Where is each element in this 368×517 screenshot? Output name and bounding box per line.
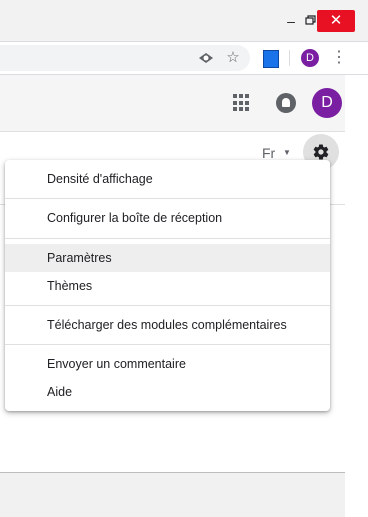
maximize-button[interactable] [300,12,318,30]
menu-item-send-feedback[interactable]: Envoyer un commentaire [5,350,330,378]
apps-icon[interactable] [233,94,251,112]
restore-icon [305,15,316,25]
extension-icon[interactable] [263,50,279,68]
menu-item-display-density[interactable]: Densité d'affichage [5,165,330,193]
menu-item-get-addons[interactable]: Télécharger des modules complémentaires [5,311,330,339]
chevron-down-icon: ▼ [283,148,291,157]
account-avatar[interactable]: D [312,88,342,118]
minimize-button[interactable]: – [282,12,300,30]
profile-avatar[interactable]: D [301,49,319,67]
menu-separator [5,238,330,239]
menu-separator [5,344,330,345]
language-selector[interactable]: Fr [262,145,275,161]
notifications-icon[interactable] [276,93,296,113]
toolbar-separator [289,50,290,66]
menu-item-help[interactable]: Aide [5,378,330,406]
close-button[interactable]: ✕ [317,10,355,32]
menu-item-configure-inbox[interactable]: Configurer la boîte de réception [5,204,330,232]
settings-menu: Densité d'affichage Configurer la boîte … [5,160,330,411]
scrollbar-gutter [345,75,368,517]
menu-item-settings[interactable]: Paramètres [5,244,330,272]
more-vert-icon[interactable]: ⋮ [331,48,347,68]
star-icon[interactable]: ☆ [223,48,243,68]
gear-icon [313,144,329,160]
eye-icon[interactable] [196,48,216,68]
menu-separator [5,198,330,199]
menu-separator [5,305,330,306]
menu-item-themes[interactable]: Thèmes [5,272,330,300]
footer-area [0,473,345,517]
